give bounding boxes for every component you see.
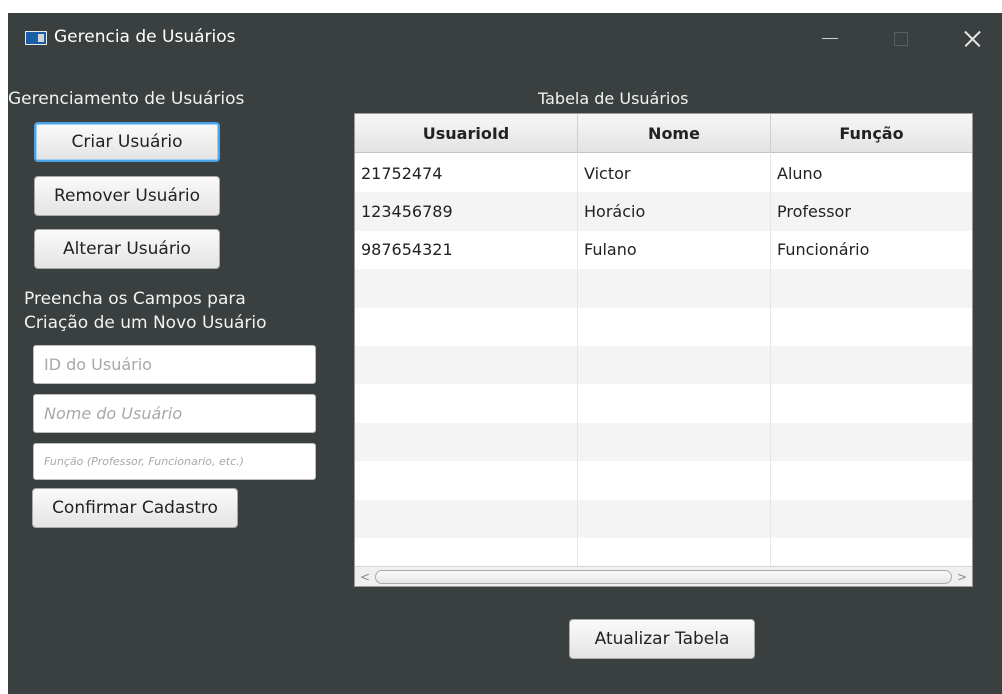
maximize-icon[interactable] [880,23,920,53]
table-cell-userid: 123456789 [355,192,578,231]
table-cell-name: Horácio [578,192,771,231]
users-table[interactable]: UsuarioId Nome Função 21752474 Victor Al… [354,113,973,587]
window-app-icon [25,31,47,45]
table-cell-name: Fulano [578,230,771,270]
user-name-input[interactable] [33,394,316,433]
table-cell-userid: 21752474 [355,154,578,193]
column-header-name[interactable]: Nome [578,114,771,153]
confirm-registration-button[interactable]: Confirmar Cadastro [32,488,238,528]
empty-table-row [355,422,972,462]
empty-table-row [355,499,972,538]
scroll-right-icon[interactable]: > [954,567,970,586]
empty-table-row [355,345,972,385]
scroll-left-icon[interactable]: < [357,567,373,586]
refresh-table-button[interactable]: Atualizar Tabela [569,619,755,659]
app-window: Gerencia de Usuários Gerenciamento de Us… [8,13,1002,694]
table-row[interactable]: 987654321 Fulano Funcionário [355,230,972,270]
table-cell-role: Professor [777,202,851,222]
fill-fields-instruction: Preencha os Campos para Criação de um No… [24,289,267,333]
table-body: 21752474 Victor Aluno 123456789 Horácio … [355,154,972,577]
table-title: Tabela de Usuários [538,89,689,108]
table-row[interactable]: 123456789 Horácio Professor [355,192,972,231]
user-role-input[interactable] [33,443,316,480]
title-bar[interactable]: Gerencia de Usuários [8,13,1002,61]
minimize-icon[interactable] [810,23,850,53]
alter-user-button[interactable]: Alterar Usuário [34,229,220,269]
table-cell-role: Funcionário [777,240,870,260]
close-icon[interactable] [952,23,992,53]
column-header-userid[interactable]: UsuarioId [355,114,578,153]
management-section-label: Gerenciamento de Usuários [8,89,245,109]
table-row[interactable]: 21752474 Victor Aluno [355,154,972,193]
table-cell-userid: 987654321 [355,230,578,270]
table-header: UsuarioId Nome Função [355,114,972,153]
horizontal-scrollbar[interactable]: < > [355,566,972,586]
table-cell-role: Aluno [777,163,823,183]
table-cell-name: Victor [578,154,771,193]
remove-user-button[interactable]: Remover Usuário [34,176,220,216]
empty-table-row [355,269,972,308]
create-user-button[interactable]: Criar Usuário [34,122,220,162]
empty-table-row [355,461,972,500]
empty-table-row [355,384,972,423]
user-id-input[interactable] [33,345,316,384]
empty-table-row [355,307,972,346]
column-header-role[interactable]: Função [771,114,972,153]
scrollbar-thumb[interactable] [375,570,952,584]
window-title: Gerencia de Usuários [54,27,236,47]
